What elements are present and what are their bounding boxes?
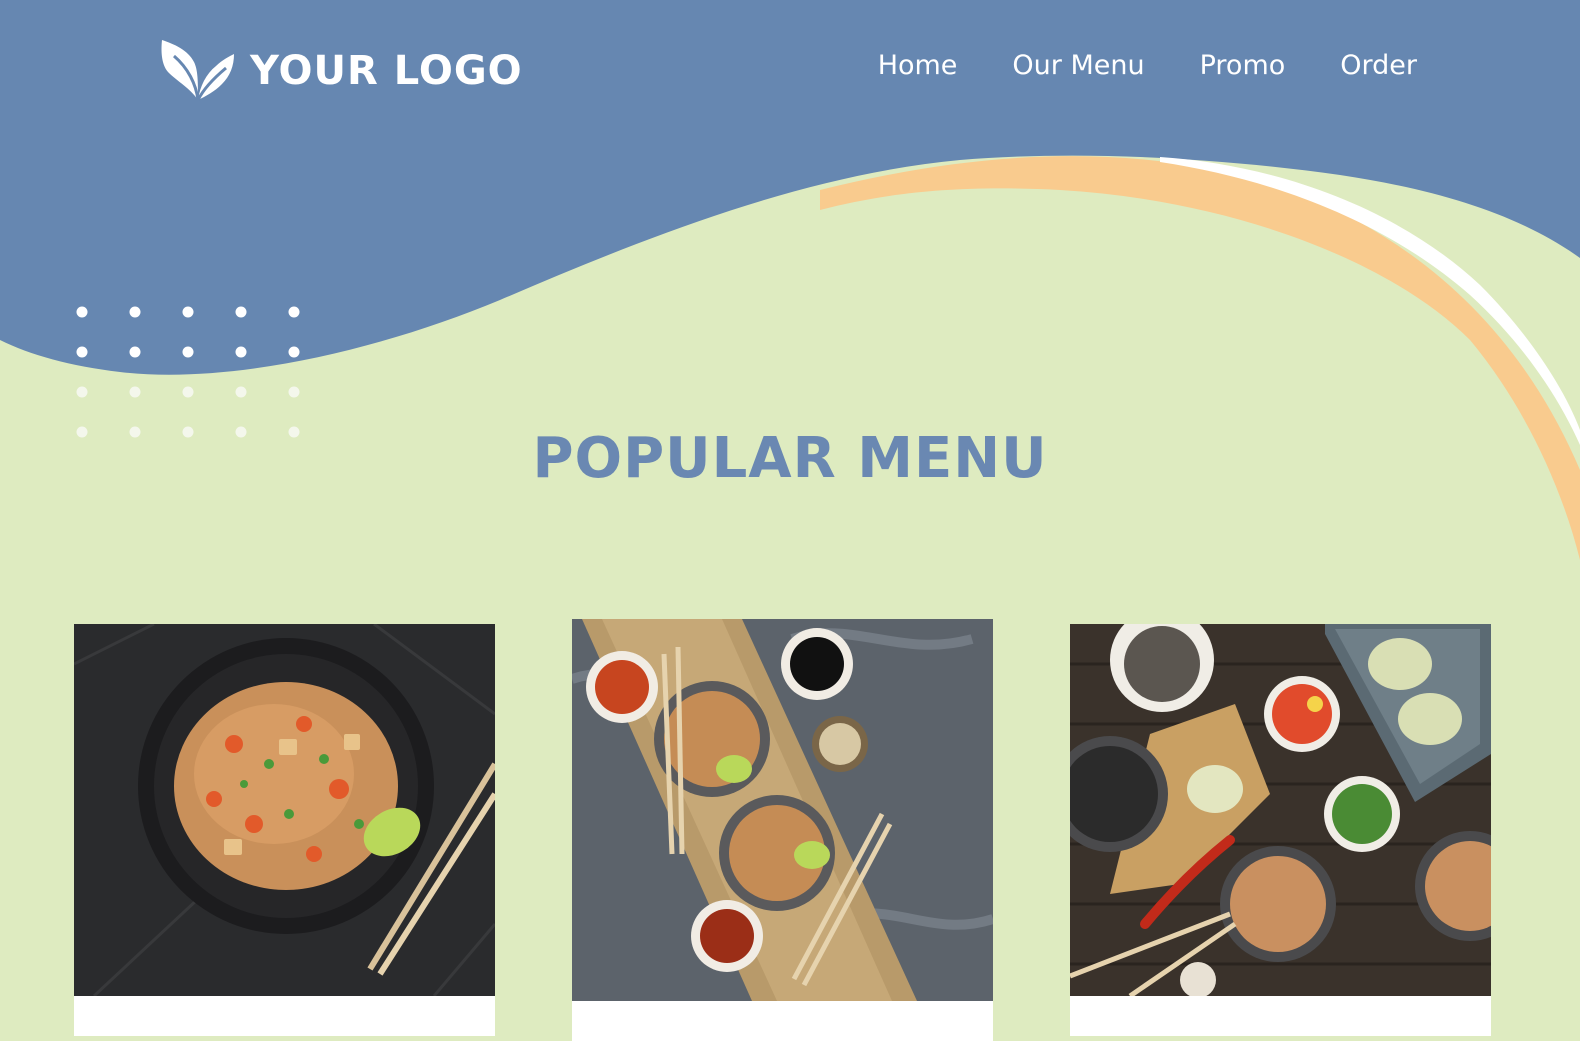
- nav-order[interactable]: Order: [1340, 50, 1417, 81]
- section-title: POPULAR MENU: [532, 426, 1048, 491]
- noodle-bowls-with-sauces-photo: [572, 619, 993, 1001]
- main-nav: Home Our Menu Promo Order: [878, 50, 1417, 81]
- logo-text: YOUR LOGO: [250, 48, 523, 94]
- logo[interactable]: YOUR LOGO: [160, 36, 523, 106]
- menu-card-footer: [572, 1001, 993, 1041]
- nav-promo[interactable]: Promo: [1200, 50, 1286, 81]
- menu-card[interactable]: [572, 619, 993, 1041]
- stir-fried-noodles-plate-photo: [74, 624, 495, 996]
- menu-card[interactable]: [74, 624, 495, 1036]
- menu-card-footer: [1070, 996, 1491, 1036]
- nav-home[interactable]: Home: [878, 50, 958, 81]
- asian-dishes-spread-photo: [1070, 624, 1491, 996]
- leaf-icon: [161, 40, 234, 101]
- nav-our-menu[interactable]: Our Menu: [1012, 50, 1144, 81]
- menu-card[interactable]: [1070, 624, 1491, 1036]
- decorative-dot-grid: [76, 306, 300, 438]
- menu-card-footer: [74, 996, 495, 1036]
